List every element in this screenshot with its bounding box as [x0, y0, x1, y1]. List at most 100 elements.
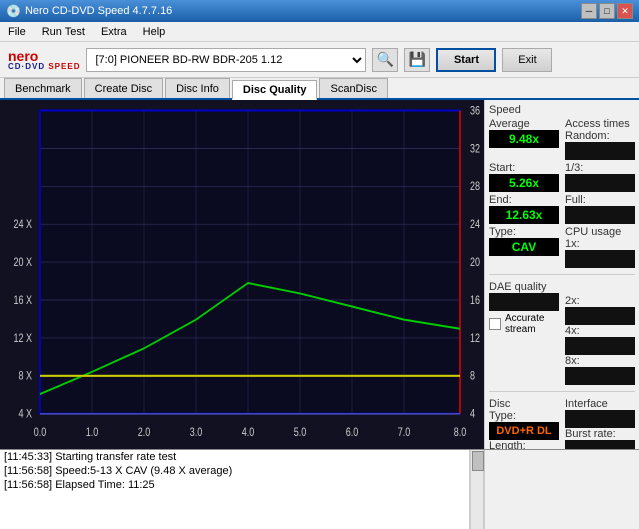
cpu-1x-value [565, 250, 635, 268]
svg-text:12: 12 [470, 333, 480, 345]
svg-text:32: 32 [470, 143, 480, 155]
access-times-col: Access times Random: [565, 118, 635, 160]
svg-text:20 X: 20 X [13, 257, 32, 269]
type-row: Type: CAV CPU usage 1x: [489, 226, 635, 268]
svg-text:24: 24 [470, 219, 480, 231]
drive-select[interactable]: [7:0] PIONEER BD-RW BDR-205 1.12 [86, 48, 366, 72]
cd-dvd-speed-text: CD·DVD SPEED [8, 63, 80, 71]
log-entry-1: [11:56:58] Speed:5-13 X CAV (9.48 X aver… [0, 464, 469, 478]
cpu-2x-label: 2x: [565, 295, 635, 307]
svg-text:1.0: 1.0 [86, 427, 99, 439]
interface-col: Interface Burst rate: [565, 398, 635, 449]
average-label: Average [489, 118, 559, 130]
log-text-2: Elapsed Time: 11:25 [55, 479, 154, 491]
chart-area: 4 X 8 X 12 X 16 X 20 X 24 X 4 8 12 16 20… [0, 100, 484, 449]
full-col: Full: [565, 194, 635, 224]
tab-disc-quality[interactable]: Disc Quality [232, 80, 318, 100]
title-bar: 💿 Nero CD-DVD Speed 4.7.7.16 ─ □ ✕ [0, 0, 639, 22]
cpu-8x-value [565, 367, 635, 385]
nero-logo: nero CD·DVD SPEED [8, 49, 80, 71]
exit-button[interactable]: Exit [502, 48, 552, 72]
dae-col: DAE quality Accurate stream [489, 281, 559, 385]
full-label: Full: [565, 194, 635, 206]
accurate-stream-row: Accurate stream [489, 313, 559, 335]
svg-text:16 X: 16 X [13, 295, 32, 307]
log-entry-0: [11:45:33] Starting transfer rate test [0, 450, 469, 464]
full-value [565, 206, 635, 224]
tab-disc-info[interactable]: Disc Info [165, 78, 230, 98]
right-panel: Speed Average 9.48x Access times Random:… [484, 100, 639, 449]
svg-text:0.0: 0.0 [34, 427, 47, 439]
average-value: 9.48x [489, 130, 559, 148]
menu-help[interactable]: Help [139, 24, 170, 40]
start-label: Start: [489, 162, 559, 174]
bottom-right-panel [484, 450, 639, 529]
type-col: Type: CAV [489, 226, 559, 268]
start-end-row: Start: 5.26x 1/3: [489, 162, 635, 192]
log-time-0: [11:45:33] [4, 451, 52, 463]
log-time-1: [11:56:58] [4, 465, 52, 477]
one-third-value [565, 174, 635, 192]
svg-text:8 X: 8 X [18, 371, 32, 383]
svg-text:12 X: 12 X [13, 333, 32, 345]
tab-bar: Benchmark Create Disc Disc Info Disc Qua… [0, 78, 639, 100]
access-times-label: Access times [565, 118, 635, 130]
disc-type-label: Disc Type: [489, 398, 559, 422]
end-row: End: 12.63x Full: [489, 194, 635, 224]
menu-run-test[interactable]: Run Test [38, 24, 89, 40]
info-icon-button[interactable]: 🔍 [372, 48, 398, 72]
menu-file[interactable]: File [4, 24, 30, 40]
nero-brand-text: nero [8, 49, 80, 63]
one-third-label: 1/3: [565, 162, 635, 174]
cpu-usage-label: CPU usage [565, 226, 635, 238]
tab-scan-disc[interactable]: ScanDisc [319, 78, 387, 98]
log-content: [11:45:33] Starting transfer rate test [… [0, 450, 470, 529]
divider-2 [489, 391, 635, 392]
cpu-1x-label: 1x: [565, 238, 635, 250]
type-label: Type: [489, 226, 559, 238]
dae-label: DAE quality [489, 281, 559, 293]
svg-text:16: 16 [470, 295, 480, 307]
disc-interface-row: Disc Type: DVD+R DL Length: 7.96 GB Inte… [489, 398, 635, 449]
app-title: Nero CD-DVD Speed 4.7.7.16 [25, 5, 172, 17]
svg-text:4: 4 [470, 409, 475, 421]
start-button[interactable]: Start [436, 48, 496, 72]
svg-text:5.0: 5.0 [294, 427, 307, 439]
benchmark-chart: 4 X 8 X 12 X 16 X 20 X 24 X 4 8 12 16 20… [0, 100, 484, 449]
interface-label: Interface [565, 398, 635, 410]
svg-text:8.0: 8.0 [454, 427, 467, 439]
maximize-button[interactable]: □ [599, 3, 615, 19]
tab-create-disc[interactable]: Create Disc [84, 78, 163, 98]
burst-rate-value [565, 440, 635, 449]
svg-text:8: 8 [470, 371, 475, 383]
log-text-1: Speed:5-13 X CAV (9.48 X average) [55, 465, 232, 477]
svg-text:4 X: 4 X [18, 409, 32, 421]
menu-extra[interactable]: Extra [97, 24, 131, 40]
cpu-usage-col: CPU usage 1x: [565, 226, 635, 268]
cpu-4x-value [565, 337, 635, 355]
bottom-section: [11:45:33] Starting transfer rate test [… [0, 449, 639, 529]
start-col: Start: 5.26x [489, 162, 559, 192]
divider-1 [489, 274, 635, 275]
type-value: CAV [489, 238, 559, 256]
log-entry-2: [11:56:58] Elapsed Time: 11:25 [0, 478, 469, 492]
speed-section: Speed Average 9.48x Access times Random:… [489, 104, 635, 268]
interface-value [565, 410, 635, 428]
svg-text:3.0: 3.0 [190, 427, 203, 439]
svg-text:7.0: 7.0 [398, 427, 411, 439]
log-scrollbar[interactable] [470, 450, 484, 529]
disc-type-value: DVD+R DL [489, 422, 559, 440]
tab-benchmark[interactable]: Benchmark [4, 78, 82, 98]
speed-average-col: Average 9.48x [489, 118, 559, 160]
log-wrapper: [11:45:33] Starting transfer rate test [… [0, 450, 484, 529]
end-value: 12.63x [489, 206, 559, 224]
length-label: Length: [489, 440, 559, 449]
random-value [565, 142, 635, 160]
burst-rate-label: Burst rate: [565, 428, 635, 440]
close-button[interactable]: ✕ [617, 3, 633, 19]
accurate-stream-checkbox[interactable] [489, 318, 501, 330]
minimize-button[interactable]: ─ [581, 3, 597, 19]
svg-text:36: 36 [470, 105, 480, 117]
save-icon-button[interactable]: 💾 [404, 48, 430, 72]
speed-row: Average 9.48x Access times Random: [489, 118, 635, 160]
